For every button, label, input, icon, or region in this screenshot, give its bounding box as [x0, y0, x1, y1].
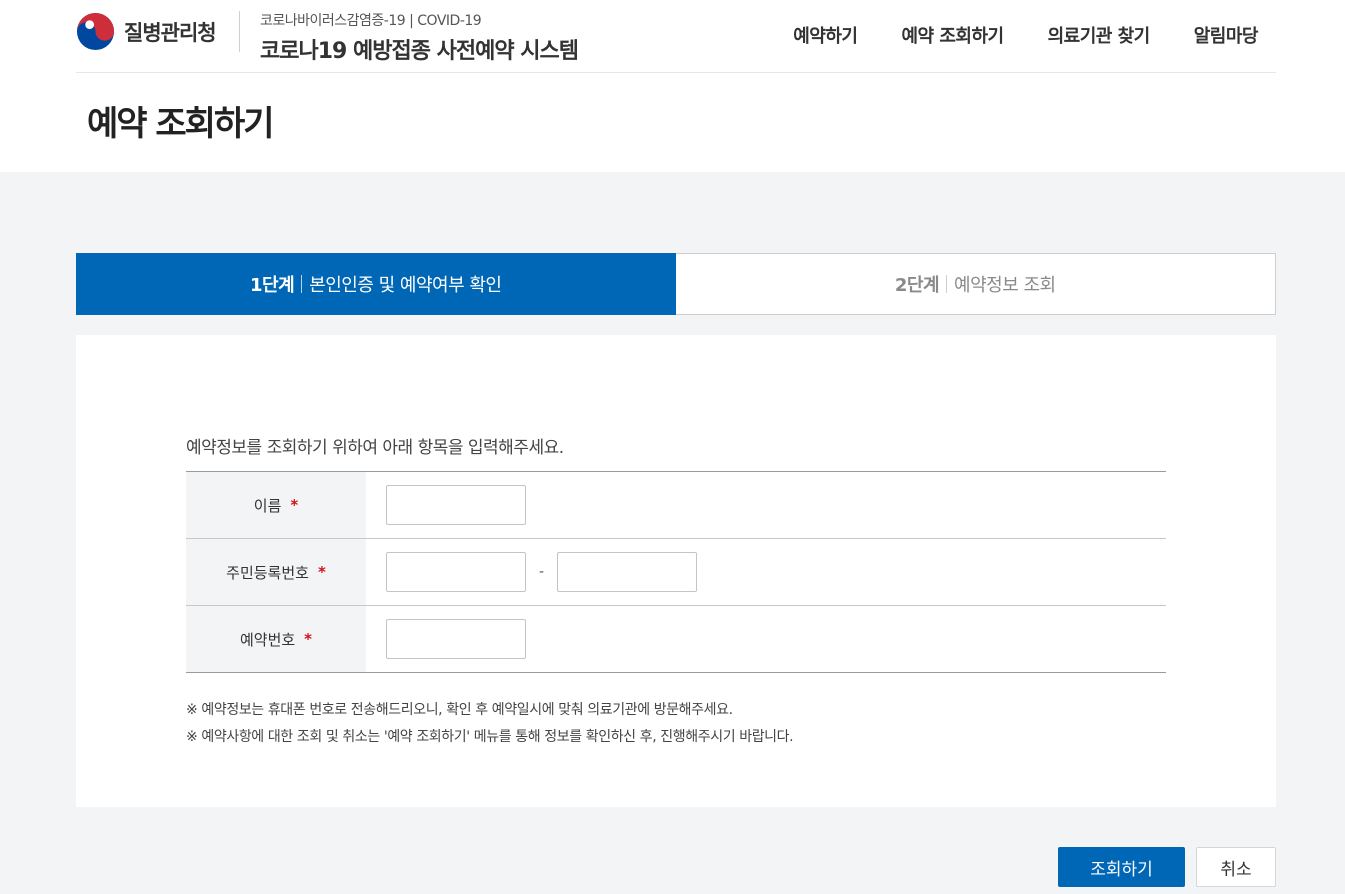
step-1-label: 본인인증 및 예약여부 확인: [309, 275, 502, 296]
step-2-label: 예약정보 조회: [954, 275, 1056, 296]
name-input[interactable]: [386, 485, 526, 525]
rrn-separator: -: [539, 564, 545, 580]
reservation-label-text: 예약번호: [239, 630, 296, 649]
lookup-form-panel: 예약정보를 조회하기 위하여 아래 항목을 입력해주세요. 이름 * 주민등록번…: [76, 335, 1276, 807]
nav-item-reserve[interactable]: 예약하기: [793, 22, 858, 48]
rrn-label: 주민등록번호 *: [186, 539, 366, 605]
main-nav: 예약하기 예약 조회하기 의료기관 찾기 알림마당: [749, 22, 1258, 48]
system-branding: 코로나바이러스감염증-19 | COVID-19 코로나19 예방접종 사전예약…: [260, 10, 579, 65]
step-2-number: 2단계: [894, 275, 940, 296]
step-1-number: 1단계: [250, 275, 295, 296]
lookup-form-table: 이름 * 주민등록번호 * - 예약번호 *: [186, 471, 1166, 673]
rrn-required-mark: *: [317, 563, 326, 581]
step-indicator: 1단계 본인인증 및 예약여부 확인 2단계 예약정보 조회: [76, 253, 1276, 315]
agency-logo[interactable]: 질병관리청: [76, 12, 217, 51]
page-title: 예약 조회하기: [87, 104, 275, 144]
lookup-submit-button[interactable]: 조회하기: [1058, 847, 1185, 887]
reservation-number-input[interactable]: [386, 619, 526, 659]
step-2-separator: [946, 275, 948, 293]
nav-item-find-hospital[interactable]: 의료기관 찾기: [1048, 22, 1151, 48]
form-row-reservation: 예약번호 *: [186, 606, 1166, 673]
reservation-field-cell: [366, 606, 1166, 672]
name-required-mark: *: [290, 496, 299, 514]
name-label: 이름 *: [186, 472, 366, 538]
rrn-field-cell: -: [366, 539, 1166, 605]
note-item: ※ 예약정보는 휴대폰 번호로 전송해드리오니, 확인 후 예약일시에 맞춰 의…: [186, 702, 733, 718]
step-2: 2단계 예약정보 조회: [675, 253, 1276, 315]
agency-name: 질병관리청: [124, 20, 217, 45]
form-notes: ※ 예약정보는 휴대폰 번호로 전송해드리오니, 확인 후 예약일시에 맞춰 의…: [186, 697, 794, 751]
system-title: 코로나19 예방접종 사전예약 시스템: [260, 39, 579, 64]
rrn-front-input[interactable]: [386, 552, 526, 592]
header-divider: [239, 11, 240, 52]
reservation-required-mark: *: [304, 630, 313, 648]
form-instruction: 예약정보를 조회하기 위하여 아래 항목을 입력해주세요.: [186, 438, 564, 458]
name-label-text: 이름: [253, 496, 282, 515]
form-row-name: 이름 *: [186, 472, 1166, 539]
nav-item-notices[interactable]: 알림마당: [1194, 22, 1259, 48]
name-field-cell: [366, 472, 1166, 538]
step-1: 1단계 본인인증 및 예약여부 확인: [76, 253, 676, 315]
note-item: ※ 예약사항에 대한 조회 및 취소는 '예약 조회하기' 메뉴를 통해 정보를…: [186, 729, 794, 745]
nav-item-lookup[interactable]: 예약 조회하기: [901, 22, 1004, 48]
form-row-rrn: 주민등록번호 * -: [186, 539, 1166, 606]
rrn-back-input[interactable]: [557, 552, 698, 592]
taegeuk-logo-icon: [76, 12, 115, 51]
cancel-button[interactable]: 취소: [1196, 847, 1276, 887]
rrn-label-text: 주민등록번호: [226, 563, 309, 582]
site-header: 질병관리청 코로나바이러스감염증-19 | COVID-19 코로나19 예방접…: [0, 0, 1345, 172]
header-bar: 질병관리청 코로나바이러스감염증-19 | COVID-19 코로나19 예방접…: [76, 0, 1276, 73]
step-1-separator: [301, 275, 303, 293]
reservation-label: 예약번호 *: [186, 606, 366, 672]
system-subtitle: 코로나바이러스감염증-19 | COVID-19: [260, 13, 482, 29]
